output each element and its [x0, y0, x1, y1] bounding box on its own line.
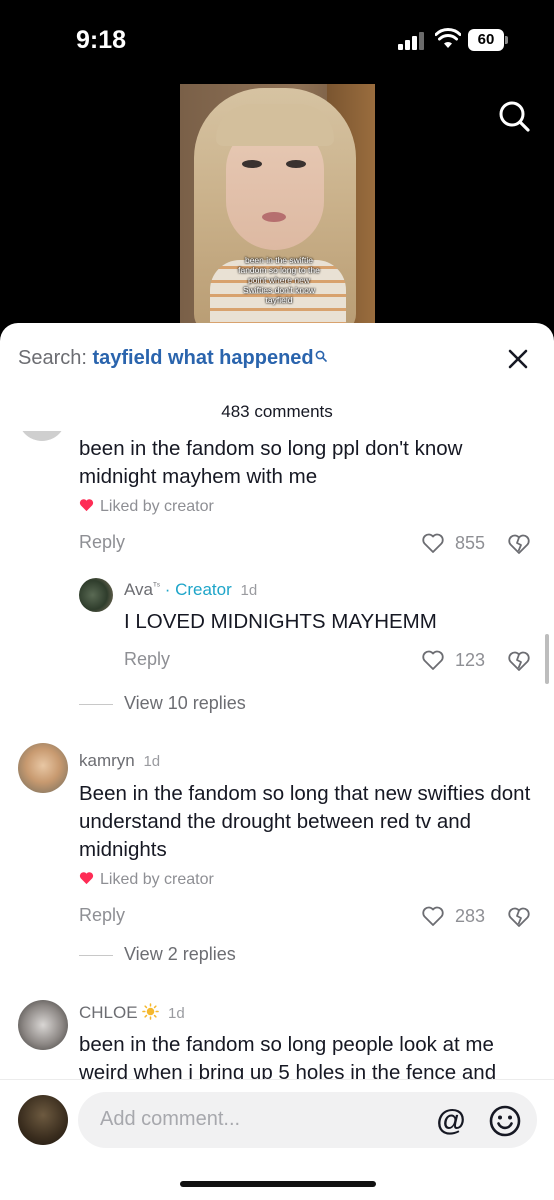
comment-text: been in the fandom so long ppl don't kno…: [79, 437, 463, 488]
search-icon[interactable]: [496, 98, 532, 134]
heart-icon: [422, 533, 444, 553]
avatar[interactable]: [79, 578, 113, 612]
comment-list[interactable]: been in the fandom so long ppl don't kno…: [0, 431, 554, 1083]
battery-level: 60: [468, 29, 504, 51]
dislike-icon[interactable]: [507, 532, 531, 556]
liked-by-creator-label: Liked by creator: [100, 871, 214, 888]
avatar[interactable]: [18, 1000, 68, 1050]
video-thumbnail[interactable]: been in the swiftie fandom so long to th…: [180, 84, 375, 330]
comment-count: 483 comments: [221, 402, 333, 421]
liked-by-creator-label: Liked by creator: [100, 498, 214, 515]
video-caption: been in the swiftie fandom so long to th…: [238, 255, 320, 305]
liked-by-creator: Liked by creator: [79, 498, 214, 516]
view-replies-label: View 2 replies: [124, 944, 236, 964]
avatar[interactable]: [18, 1095, 68, 1145]
liked-by-creator: Liked by creator: [79, 871, 214, 889]
status-time: 9:18: [76, 26, 127, 54]
comment-author[interactable]: kamryn 1d: [79, 751, 160, 771]
like-button[interactable]: 855: [421, 531, 491, 557]
reply-author[interactable]: Avaᵀˢ · Creator 1d: [124, 580, 257, 600]
reply-button[interactable]: Reply: [124, 649, 170, 670]
comments-sheet: Search: tayfield what happened 483 comme…: [0, 323, 554, 1200]
comment-input-placeholder: Add comment...: [100, 1108, 241, 1130]
at-icon[interactable]: @: [434, 1104, 468, 1138]
scrollbar[interactable]: [545, 634, 549, 684]
comment-author-name: kamryn: [79, 751, 135, 770]
comment-input[interactable]: Add comment... @: [78, 1092, 537, 1148]
reply-button[interactable]: Reply: [79, 905, 125, 926]
search-suggestion[interactable]: Search: tayfield what happened: [18, 347, 536, 375]
sun-emoji-icon: [142, 1003, 160, 1020]
creator-badge: · Creator: [164, 580, 232, 599]
dislike-icon[interactable]: [507, 649, 531, 673]
heart-icon: [422, 906, 444, 926]
comment-text: been in the fandom so long people look a…: [79, 1033, 497, 1083]
like-count: 283: [455, 906, 486, 926]
comment-author-name: CHLOE: [79, 1003, 138, 1022]
comment-text: Been in the fandom so long that new swif…: [79, 782, 531, 861]
view-replies-label: View 10 replies: [124, 693, 246, 713]
like-count: 855: [455, 533, 486, 553]
heart-icon: [79, 872, 94, 885]
search-icon: [315, 350, 327, 362]
reply-time: 1d: [240, 582, 258, 599]
comment-input-bar: Add comment... @: [0, 1079, 554, 1200]
battery-indicator: 60: [468, 29, 508, 51]
status-bar: 9:18 60: [0, 0, 554, 80]
signal-icon: [398, 32, 426, 50]
comment-author[interactable]: CHLOE 1d: [79, 1003, 185, 1023]
reply-author-suffix: ᵀˢ: [153, 580, 160, 591]
dislike-icon[interactable]: [507, 905, 531, 929]
reply-text: I LOVED MIDNIGHTS MAYHEMM: [124, 610, 437, 633]
video-preview[interactable]: been in the swiftie fandom so long to th…: [0, 80, 554, 330]
comment-time: 1d: [143, 753, 161, 770]
search-prefix: Search:: [18, 347, 93, 369]
reply-button[interactable]: Reply: [79, 532, 125, 553]
heart-icon: [79, 499, 94, 512]
home-indicator: [180, 1181, 376, 1187]
emoji-icon[interactable]: [488, 1104, 522, 1138]
view-replies-button[interactable]: View 10 replies: [79, 693, 246, 714]
wifi-icon: [435, 28, 461, 48]
reply-author-name: Ava: [124, 580, 153, 599]
like-button[interactable]: 283: [421, 904, 491, 930]
view-replies-button[interactable]: View 2 replies: [79, 944, 236, 965]
avatar[interactable]: [18, 431, 66, 441]
like-button[interactable]: 123: [421, 648, 491, 674]
close-icon[interactable]: [506, 347, 530, 371]
heart-icon: [422, 650, 444, 670]
search-query-link[interactable]: tayfield what happened: [92, 347, 313, 369]
like-count: 123: [455, 650, 486, 670]
avatar[interactable]: [18, 743, 68, 793]
comment-time: 1d: [168, 1005, 185, 1022]
